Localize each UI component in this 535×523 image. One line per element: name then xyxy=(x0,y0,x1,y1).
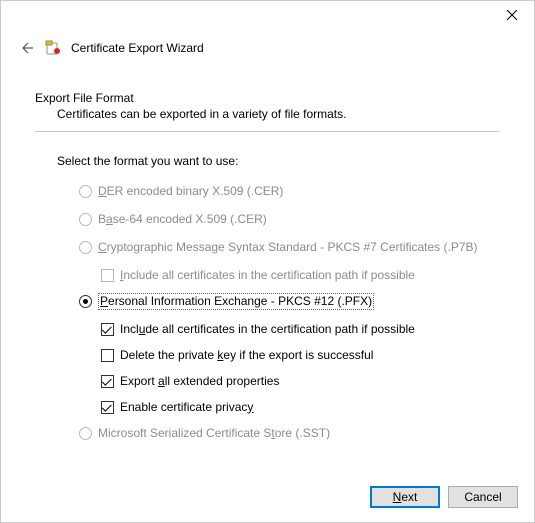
radio-label: Microsoft Serialized Certificate Store (… xyxy=(98,426,330,441)
check-pfx-privacy[interactable]: Enable certificate privacy xyxy=(101,398,500,416)
checkbox-icon[interactable] xyxy=(101,375,114,388)
radio-icon xyxy=(79,427,92,440)
checkbox-label: Enable certificate privacy xyxy=(120,400,253,415)
section-subtitle: Certificates can be exported in a variet… xyxy=(35,107,500,121)
next-button[interactable]: Next xyxy=(370,486,440,508)
radio-icon xyxy=(79,241,92,254)
checkbox-icon[interactable] xyxy=(101,349,114,362)
radio-icon xyxy=(79,185,92,198)
radio-icon[interactable] xyxy=(79,295,92,308)
radio-label: Base-64 encoded X.509 (.CER) xyxy=(98,212,267,227)
divider xyxy=(35,131,500,132)
radio-label: DER encoded binary X.509 (.CER) xyxy=(98,184,283,199)
close-button[interactable] xyxy=(489,1,534,29)
radio-sst: Microsoft Serialized Certificate Store (… xyxy=(79,424,500,442)
wizard-title: Certificate Export Wizard xyxy=(71,41,204,55)
cancel-button[interactable]: Cancel xyxy=(448,486,518,508)
radio-label: Personal Information Exchange - PKCS #12… xyxy=(98,293,374,310)
radio-pkcs7: Cryptographic Message Syntax Standard - … xyxy=(79,238,500,256)
checkbox-icon xyxy=(101,269,114,282)
prompt-text: Select the format you want to use: xyxy=(57,154,500,168)
back-button[interactable] xyxy=(17,39,35,57)
checkbox-label: Export all extended properties xyxy=(120,374,279,389)
radio-icon xyxy=(79,213,92,226)
check-pfx-extended[interactable]: Export all extended properties xyxy=(101,372,500,390)
radio-label: Cryptographic Message Syntax Standard - … xyxy=(98,240,478,255)
radio-pfx[interactable]: Personal Information Exchange - PKCS #12… xyxy=(79,292,500,310)
check-pkcs7-include: Include all certificates in the certific… xyxy=(101,266,500,284)
radio-base64: Base-64 encoded X.509 (.CER) xyxy=(79,210,500,228)
checkbox-icon[interactable] xyxy=(101,401,114,414)
wizard-icon xyxy=(45,40,61,56)
section-title: Export File Format xyxy=(35,91,500,105)
radio-der: DER encoded binary X.509 (.CER) xyxy=(79,182,500,200)
checkbox-label: Delete the private key if the export is … xyxy=(120,348,373,363)
check-pfx-include[interactable]: Include all certificates in the certific… xyxy=(101,320,500,338)
check-pfx-delete[interactable]: Delete the private key if the export is … xyxy=(101,346,500,364)
checkbox-label: Include all certificates in the certific… xyxy=(120,322,415,337)
checkbox-icon[interactable] xyxy=(101,323,114,336)
checkbox-label: Include all certificates in the certific… xyxy=(120,268,415,283)
